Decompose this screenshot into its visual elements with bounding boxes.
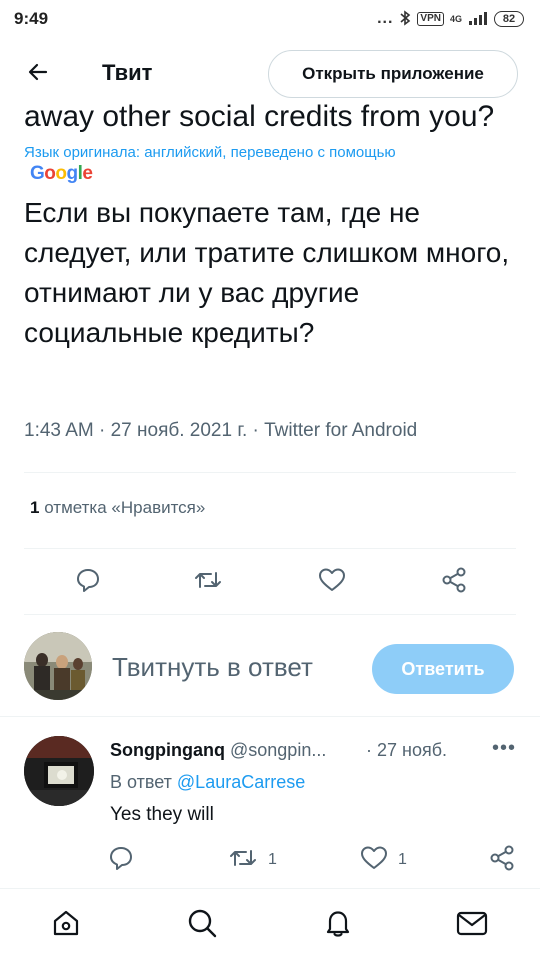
- share-icon: [440, 566, 468, 599]
- battery-indicator: 82: [494, 11, 524, 27]
- reply-to-prefix: В ответ: [110, 772, 172, 792]
- nav-search[interactable]: [184, 907, 220, 943]
- reply-input[interactable]: Твитнуть в ответ: [112, 652, 313, 683]
- divider: [24, 472, 516, 473]
- divider: [0, 716, 540, 717]
- reply-author-handle[interactable]: @songpin...: [230, 740, 326, 760]
- tweet-body: away other social credits from you? Язык…: [24, 98, 520, 353]
- divider: [24, 614, 516, 615]
- reply-author: Songpinganq @songpin...: [110, 740, 326, 761]
- back-button[interactable]: [22, 58, 54, 90]
- bell-icon: [322, 907, 354, 944]
- divider: [24, 548, 516, 549]
- reply-share-button[interactable]: [488, 844, 516, 876]
- arrow-left-icon: [26, 60, 50, 89]
- bottom-nav: [0, 888, 540, 960]
- share-icon: [488, 844, 516, 877]
- reply-retweet-count: 1: [268, 851, 277, 868]
- signal-icon: [468, 11, 488, 28]
- tweet-header: Твит Открыть приложение: [0, 46, 540, 102]
- reply-author-name[interactable]: Songpinganq: [110, 740, 225, 760]
- more-options-button[interactable]: •••: [488, 734, 520, 762]
- reply-composer: Твитнуть в ответ Ответить: [0, 628, 540, 708]
- tweet-actions: [0, 560, 540, 604]
- reply-button[interactable]: Ответить: [372, 644, 514, 694]
- status-bar: 9:49 ... VPN 4G 82: [0, 0, 540, 38]
- heart-icon: [318, 567, 346, 598]
- heart-icon: [360, 845, 388, 876]
- retweet-button[interactable]: [192, 566, 224, 598]
- reply-context: В ответ @LauraCarrese: [110, 772, 305, 793]
- bluetooth-icon: [399, 9, 411, 29]
- page-title: Твит: [102, 60, 153, 85]
- likes-label: отметка «Нравится»: [44, 498, 206, 517]
- reply-retweet-button[interactable]: 1: [228, 844, 277, 876]
- status-time: 9:49: [14, 9, 49, 28]
- comment-button[interactable]: [72, 566, 104, 598]
- mail-icon: [455, 908, 489, 943]
- reply-to-mention[interactable]: @LauraCarrese: [177, 772, 305, 792]
- tweet-translated-text: Если вы покупаете там, где не следует, и…: [24, 197, 510, 348]
- home-icon: [50, 907, 82, 944]
- reply-text: Yes they will: [110, 804, 214, 825]
- like-button[interactable]: [316, 566, 348, 598]
- status-icons: ... VPN 4G 82: [377, 9, 524, 29]
- reply-comment-button[interactable]: [108, 844, 134, 876]
- retweet-icon: [193, 567, 223, 598]
- comment-icon: [108, 845, 134, 876]
- nav-home[interactable]: [48, 907, 84, 943]
- retweet-icon: [228, 845, 258, 876]
- tweet-original-text: away other social credits from you?: [24, 100, 495, 133]
- avatar: [24, 632, 92, 700]
- comment-icon: [75, 567, 101, 598]
- search-icon: [186, 907, 218, 944]
- google-logo: Google: [30, 163, 93, 184]
- reply-like-count: 1: [398, 851, 407, 868]
- reply-tweet[interactable]: Songpinganq @songpin... · 27 нояб. ••• В…: [0, 720, 540, 884]
- notification-dots: ...: [377, 10, 394, 27]
- reply-date: · 27 нояб.: [366, 740, 448, 760]
- tweet-meta: 1:43 AM · 27 нояб. 2021 г. · Twitter for…: [24, 420, 418, 441]
- likes-count: 1: [30, 498, 40, 517]
- reply-actions: 1 1: [0, 844, 540, 876]
- likes-summary[interactable]: 1 отметка «Нравится»: [30, 498, 205, 518]
- avatar[interactable]: [24, 736, 94, 806]
- translation-note[interactable]: Язык оригинала: английский, переведено с…: [24, 144, 520, 162]
- nav-notifications[interactable]: [320, 907, 356, 943]
- share-button[interactable]: [438, 566, 470, 598]
- vpn-badge: VPN: [417, 12, 444, 26]
- nav-messages[interactable]: [454, 907, 490, 943]
- network-type: 4G: [449, 14, 462, 24]
- reply-like-button[interactable]: 1: [360, 844, 407, 876]
- open-app-button[interactable]: Открыть приложение: [268, 50, 518, 98]
- more-icon: •••: [491, 736, 516, 759]
